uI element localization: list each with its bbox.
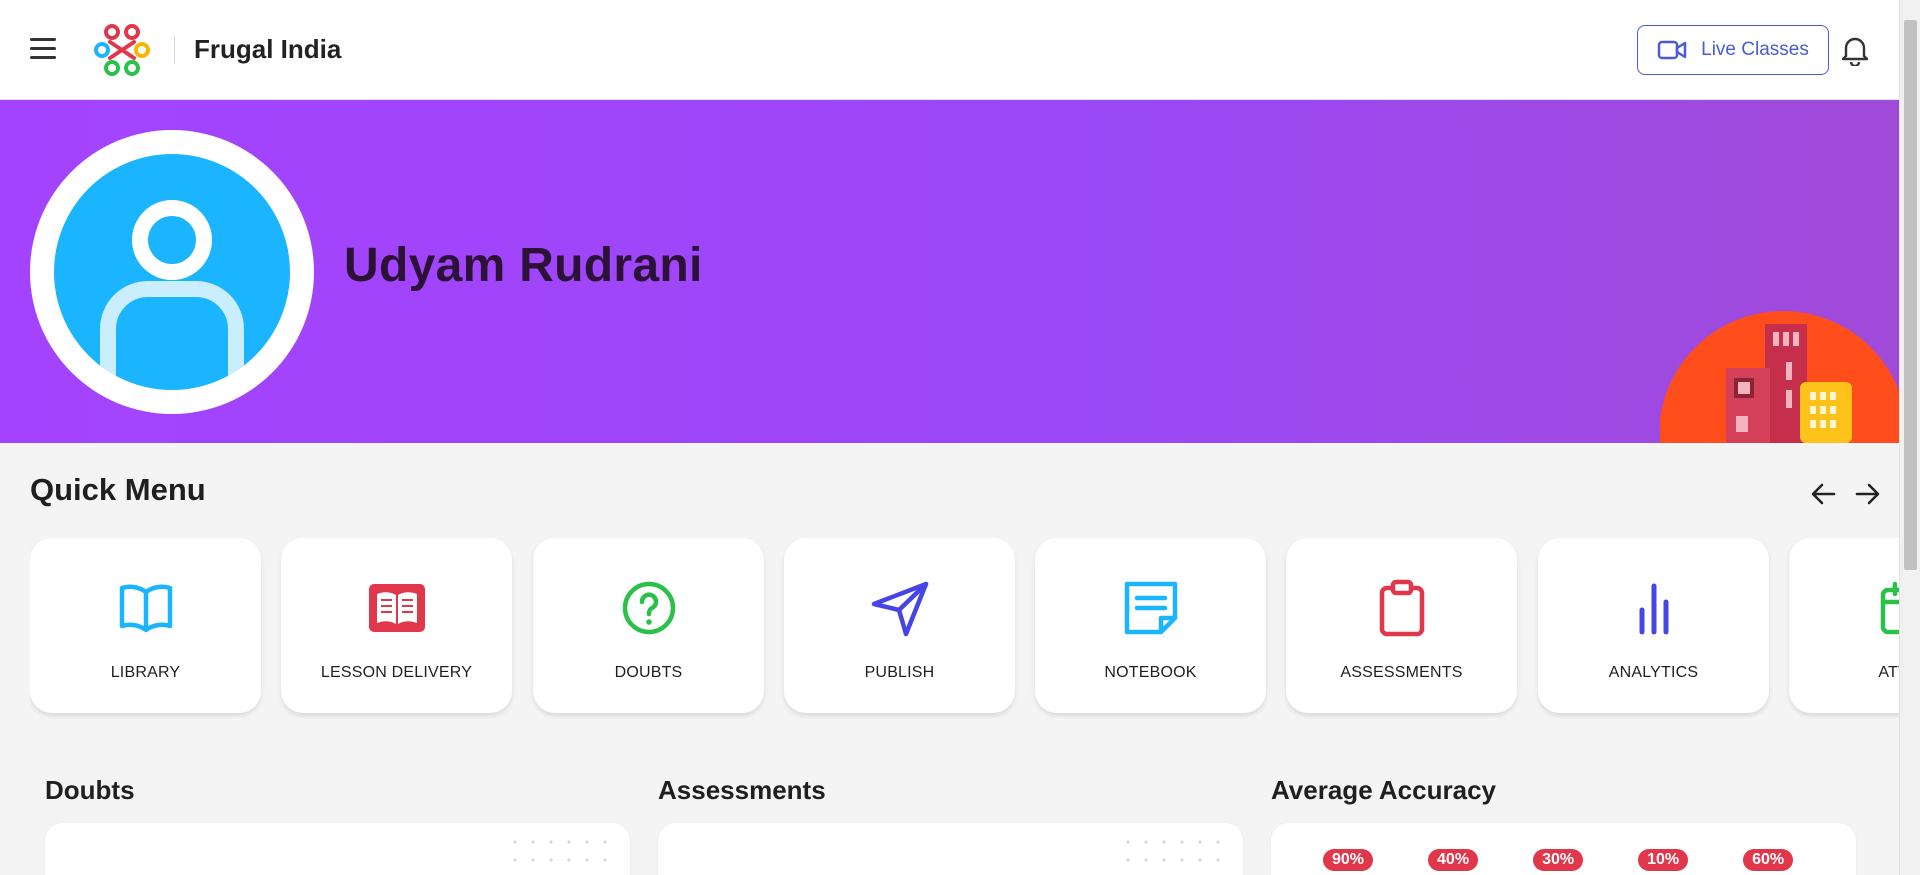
dot-pattern [506, 833, 616, 873]
average-accuracy-section-title: Average Accuracy [1271, 775, 1496, 805]
page-scrollbar[interactable] [1899, 0, 1920, 875]
scrollbar-thumb[interactable] [1904, 20, 1917, 570]
accuracy-badges: 90% 40% 30% 10% 60% [1323, 849, 1794, 871]
assessments-panel [658, 823, 1243, 875]
quick-menu-label: PUBLISH [864, 664, 935, 681]
arrow-right-icon[interactable] [1853, 480, 1881, 508]
live-classes-button[interactable]: Live Classes [1637, 25, 1829, 75]
quick-menu-attendance[interactable]: ATTEN [1789, 538, 1899, 713]
book-open-icon [119, 584, 172, 633]
quick-menu-doubts[interactable]: DOUBTS [533, 538, 764, 713]
logo-divider [174, 36, 175, 64]
accuracy-badge: 90% [1323, 849, 1374, 871]
lesson-book-icon [368, 584, 425, 632]
paper-plane-icon [871, 581, 928, 637]
calendar-icon [1880, 581, 1899, 635]
user-name: Udyam Rudrani [344, 239, 703, 292]
accuracy-badge: 60% [1743, 849, 1794, 871]
frugal-india-logo[interactable] [90, 18, 154, 82]
org-name: Frugal India [194, 34, 342, 64]
menu-icon[interactable] [30, 38, 58, 62]
dot-pattern [1119, 833, 1229, 873]
quick-menu-carousel: LIBRARY LESSON DELIVERY DOUBTS PUBLISH N… [30, 538, 1899, 718]
city-illustration [1659, 310, 1899, 443]
quick-menu-title: Quick Menu [30, 472, 206, 507]
quick-menu-label: ASSESSMENTS [1340, 664, 1463, 681]
assessments-section-title: Assessments [658, 775, 826, 805]
average-accuracy-panel: 90% 40% 30% 10% 60% [1271, 823, 1856, 875]
quick-menu-label: DOUBTS [614, 664, 683, 681]
clipboard-icon [1379, 579, 1424, 637]
bar-chart-icon [1639, 583, 1668, 635]
quick-menu-label: LESSON DELIVERY [320, 664, 473, 681]
quick-menu-label: NOTEBOOK [1104, 664, 1197, 681]
quick-menu-analytics[interactable]: ANALYTICS [1538, 538, 1769, 713]
note-icon [1124, 581, 1177, 635]
profile-banner: Udyam Rudrani [0, 100, 1899, 443]
question-circle-icon [622, 581, 675, 635]
doubts-section-title: Doubts [45, 775, 135, 805]
arrow-left-icon[interactable] [1810, 480, 1838, 508]
avatar[interactable] [54, 154, 290, 390]
accuracy-badge: 10% [1638, 849, 1689, 871]
top-bar: Frugal India Live Classes [0, 0, 1899, 100]
quick-menu-label: ANALYTICS [1608, 664, 1699, 681]
quick-menu-label: LIBRARY [110, 664, 181, 681]
video-camera-icon [1657, 40, 1687, 60]
user-silhouette-icon [100, 200, 244, 390]
doubts-panel [45, 823, 630, 875]
quick-menu-publish[interactable]: PUBLISH [784, 538, 1015, 713]
avatar-ring [30, 130, 314, 414]
quick-menu-label: ATTEN [1878, 664, 1899, 681]
accuracy-badge: 30% [1533, 849, 1584, 871]
notification-bell-icon[interactable] [1840, 34, 1870, 68]
quick-menu-lesson-delivery[interactable]: LESSON DELIVERY [281, 538, 512, 713]
live-classes-label: Live Classes [1701, 39, 1809, 60]
quick-menu-assessments[interactable]: ASSESSMENTS [1286, 538, 1517, 713]
quick-menu-library[interactable]: LIBRARY [30, 538, 261, 713]
quick-menu-notebook[interactable]: NOTEBOOK [1035, 538, 1266, 713]
accuracy-badge: 40% [1428, 849, 1479, 871]
